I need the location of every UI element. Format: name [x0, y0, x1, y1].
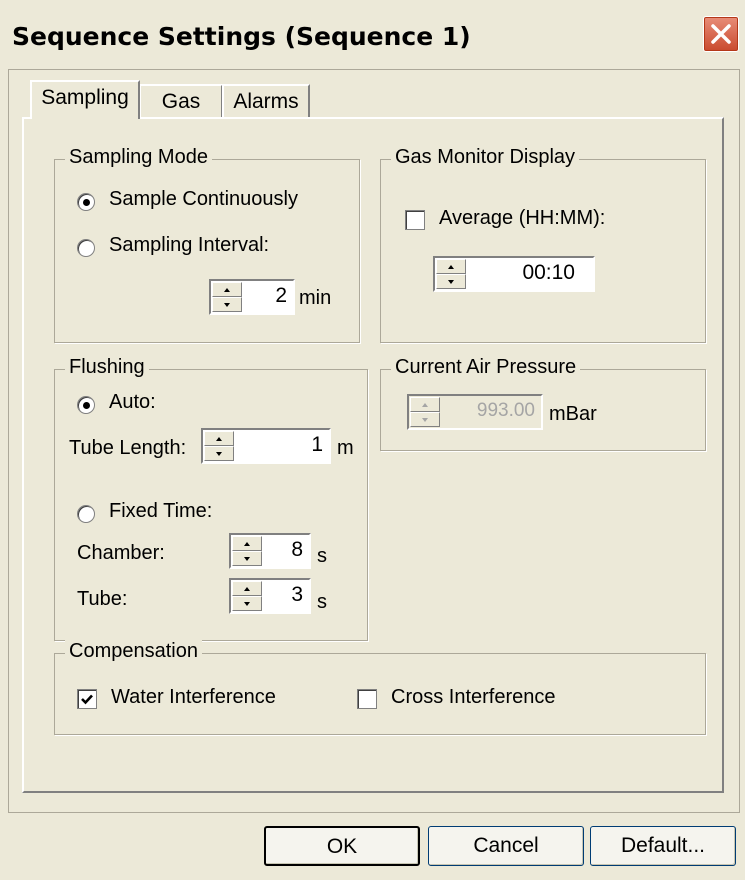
tab-gas[interactable]: Gas: [139, 84, 223, 117]
radio-selected-dot: [83, 199, 90, 206]
flushing-title: Flushing: [65, 356, 149, 379]
close-icon: [711, 24, 731, 44]
spin-up-button[interactable]: [436, 259, 466, 274]
sample-continuously-radio[interactable]: [77, 193, 95, 211]
air-pressure-spinner: 993.00: [407, 394, 543, 430]
spin-down-button[interactable]: [204, 446, 234, 461]
air-pressure-group: Current Air Pressure 993.00 mBar: [380, 356, 706, 451]
arrow-up-icon: [244, 542, 250, 546]
tube-length-unit: m: [337, 437, 354, 459]
chamber-unit: s: [317, 545, 327, 567]
spin-up-button: [410, 397, 440, 412]
radio-selected-dot: [83, 402, 90, 409]
tab-panel-sampling: Sampling Mode Sample Continuously Sampli…: [22, 117, 724, 793]
average-value: 00:10: [522, 261, 575, 284]
sampling-mode-title: Sampling Mode: [65, 146, 212, 169]
average-label: Average (HH:MM):: [439, 207, 606, 229]
tab-sampling-label: Sampling: [41, 86, 129, 109]
chamber-label: Chamber:: [77, 542, 165, 564]
spin-buttons[interactable]: [232, 581, 262, 611]
flushing-auto-label: Auto:: [109, 391, 156, 413]
tube-length-label: Tube Length:: [69, 437, 187, 459]
tube-label: Tube:: [77, 588, 128, 610]
flushing-auto-radio[interactable]: [77, 396, 95, 414]
water-interference-checkbox[interactable]: [77, 689, 97, 709]
sampling-interval-unit: min: [299, 287, 332, 309]
sampling-mode-group: Sampling Mode Sample Continuously Sampli…: [54, 146, 360, 343]
average-checkbox[interactable]: [405, 210, 425, 230]
air-pressure-value: 993.00: [476, 400, 535, 421]
spin-buttons[interactable]: [232, 536, 262, 566]
arrow-down-icon: [224, 303, 230, 307]
spin-up-button[interactable]: [204, 431, 234, 446]
gas-monitor-title: Gas Monitor Display: [391, 146, 580, 169]
spin-down-button[interactable]: [232, 596, 262, 611]
tube-spinner[interactable]: 3: [229, 578, 311, 614]
spin-down-button[interactable]: [232, 551, 262, 566]
title-bar: Sequence Settings (Sequence 1): [0, 0, 745, 74]
window-title: Sequence Settings (Sequence 1): [12, 22, 471, 51]
spin-up-button[interactable]: [232, 536, 262, 551]
checkmark-icon: [81, 694, 93, 705]
sampling-interval-label: Sampling Interval:: [109, 234, 270, 256]
spin-buttons: [410, 397, 440, 427]
close-button[interactable]: [703, 16, 739, 52]
sample-continuously-label: Sample Continuously: [109, 188, 298, 210]
spin-buttons[interactable]: [212, 282, 242, 312]
tab-alarms[interactable]: Alarms: [222, 84, 310, 117]
spin-down-button[interactable]: [436, 274, 466, 289]
fixed-time-label: Fixed Time:: [109, 500, 213, 522]
arrow-down-icon: [244, 557, 250, 561]
spin-down-button[interactable]: [212, 297, 242, 312]
sampling-interval-value: 2: [275, 284, 287, 307]
spin-up-button[interactable]: [232, 581, 262, 596]
spin-up-button[interactable]: [212, 282, 242, 297]
arrow-up-icon: [422, 403, 428, 407]
arrow-down-icon: [422, 418, 428, 422]
gas-monitor-group: Gas Monitor Display Average (HH:MM): 00:…: [380, 146, 706, 343]
spin-buttons[interactable]: [204, 431, 234, 461]
chamber-value: 8: [291, 538, 303, 561]
cross-interference-checkbox[interactable]: [357, 689, 377, 709]
average-spinner[interactable]: 00:10: [433, 256, 595, 292]
tab-gas-label: Gas: [161, 90, 201, 113]
arrow-up-icon: [224, 288, 230, 292]
tab-alarms-label: Alarms: [233, 90, 299, 113]
spin-down-button: [410, 412, 440, 427]
tube-value: 3: [291, 583, 303, 606]
arrow-up-icon: [216, 437, 222, 441]
cancel-button[interactable]: Cancel: [428, 826, 584, 866]
default-button[interactable]: Default...: [590, 826, 736, 866]
arrow-down-icon: [448, 280, 454, 284]
tube-unit: s: [317, 591, 327, 613]
air-pressure-unit: mBar: [549, 403, 597, 425]
tube-length-value: 1: [311, 433, 323, 456]
sampling-interval-spinner[interactable]: 2: [209, 279, 295, 315]
arrow-down-icon: [216, 452, 222, 456]
fixed-time-radio[interactable]: [77, 505, 95, 523]
water-interference-label: Water Interference: [111, 686, 276, 708]
compensation-title: Compensation: [65, 640, 202, 663]
ok-button[interactable]: OK: [264, 826, 420, 866]
compensation-group: Compensation Water Interference Cross In…: [54, 640, 706, 735]
tab-sampling[interactable]: Sampling: [30, 80, 140, 119]
arrow-up-icon: [448, 265, 454, 269]
spin-buttons[interactable]: [436, 259, 466, 289]
chamber-spinner[interactable]: 8: [229, 533, 311, 569]
arrow-up-icon: [244, 587, 250, 591]
sampling-interval-radio[interactable]: [77, 239, 95, 257]
flushing-group: Flushing Auto: Tube Length: 1 m Fixed Ti…: [54, 356, 368, 641]
arrow-down-icon: [244, 602, 250, 606]
cross-interference-label: Cross Interference: [391, 686, 556, 708]
tube-length-spinner[interactable]: 1: [201, 428, 331, 464]
air-pressure-title: Current Air Pressure: [391, 356, 581, 379]
